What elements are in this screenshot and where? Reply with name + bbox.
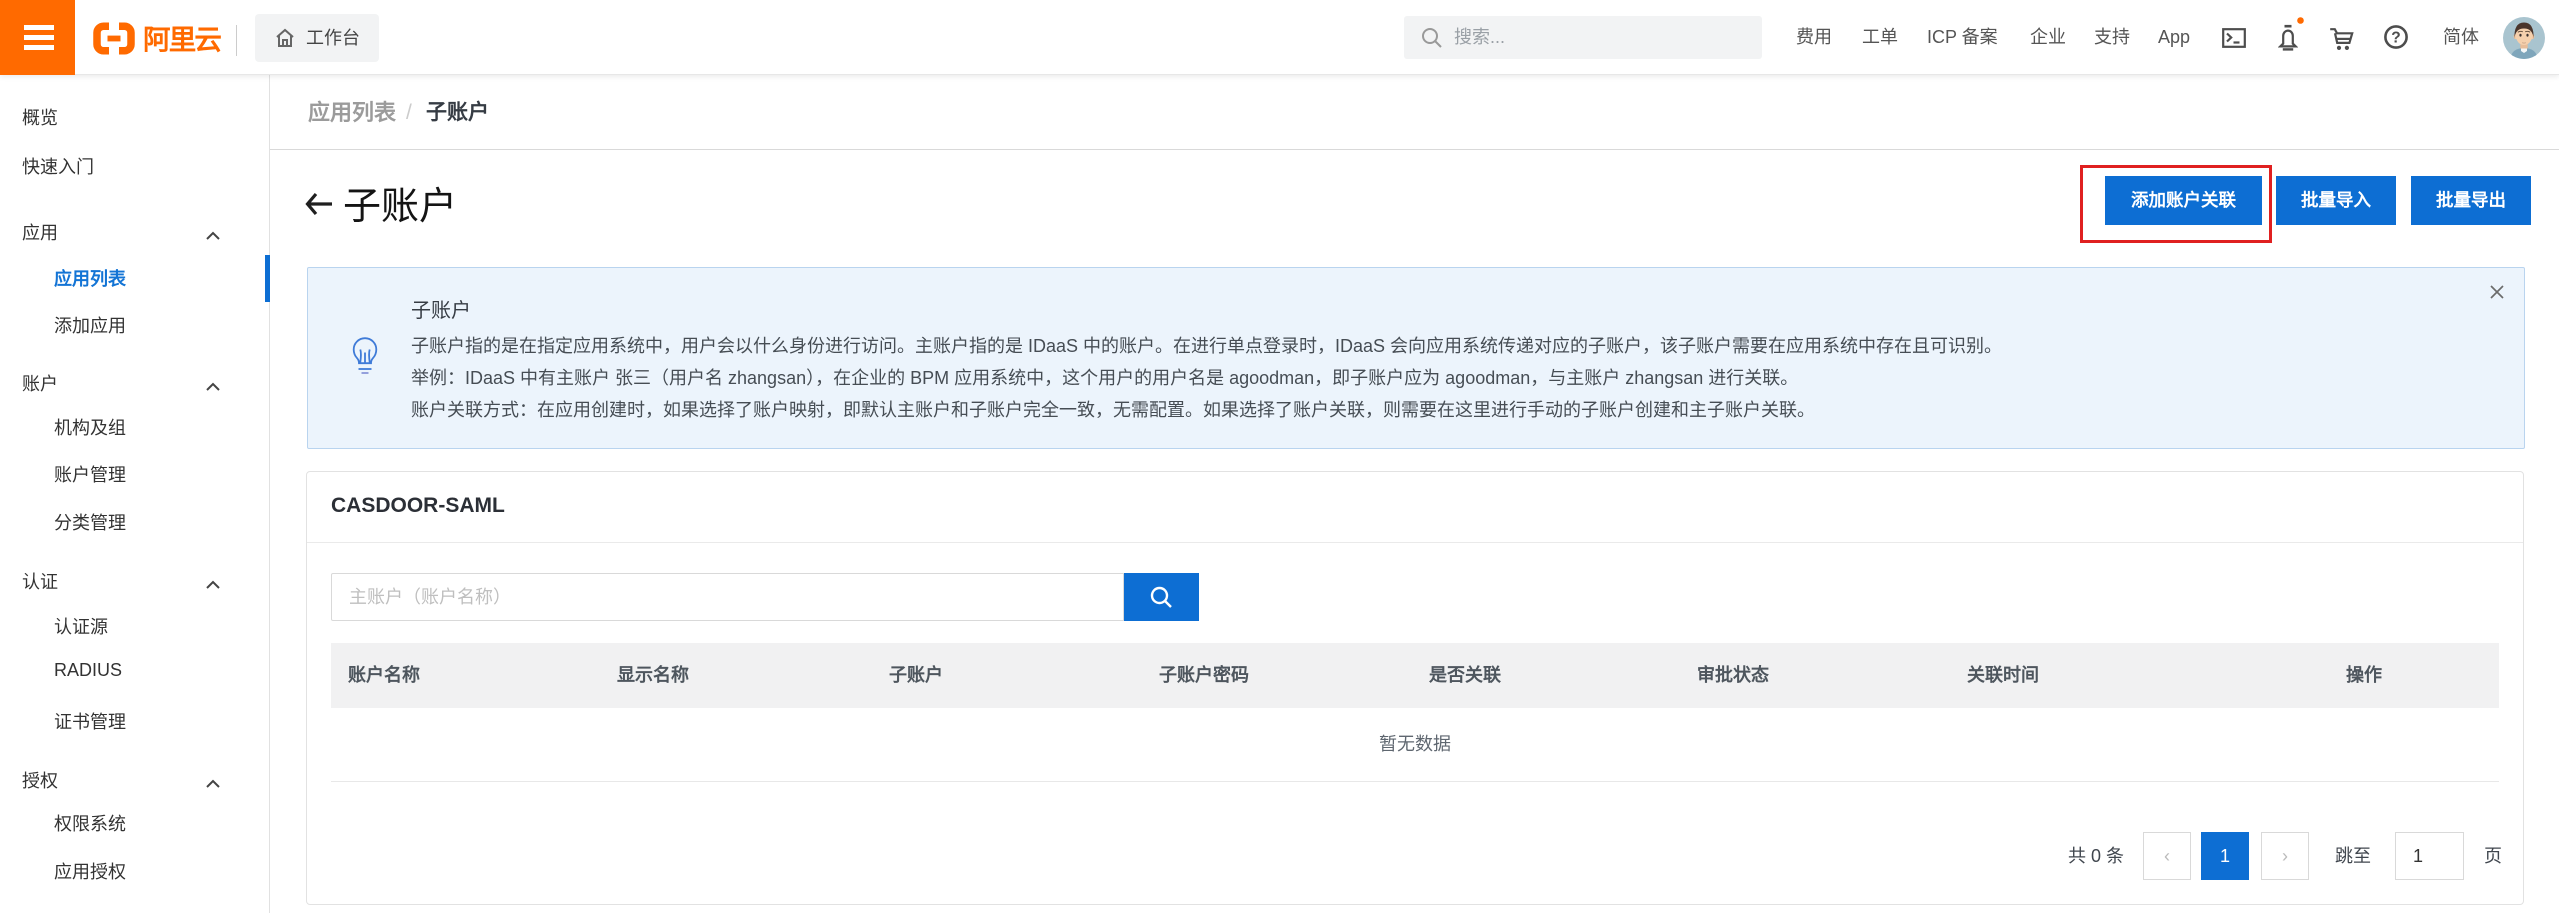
svg-text:阿里云: 阿里云 (143, 24, 221, 55)
svg-text:?: ? (2391, 29, 2400, 46)
